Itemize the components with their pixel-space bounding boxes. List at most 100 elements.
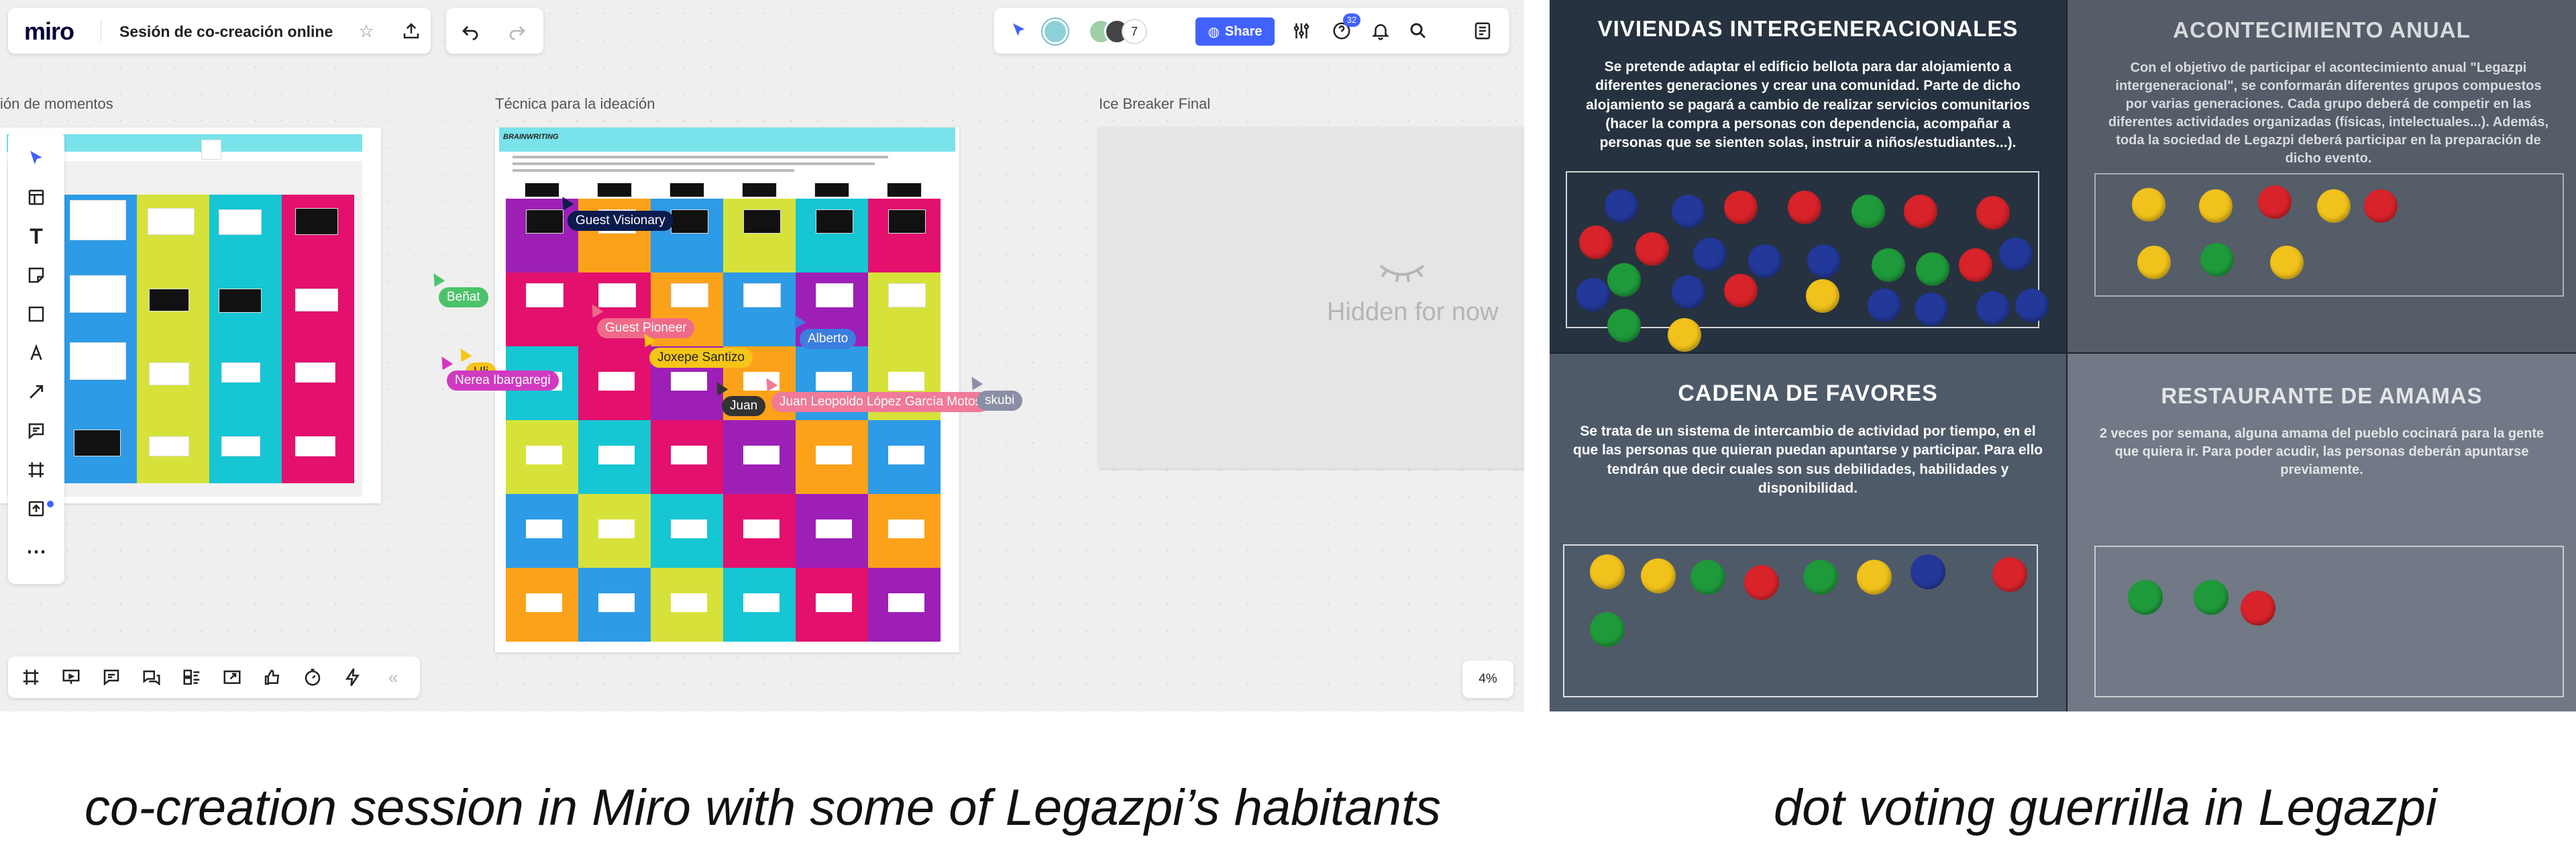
sticky-note[interactable]: [816, 446, 852, 464]
sticky-note[interactable]: [888, 209, 926, 234]
cursor-follow-icon[interactable]: [1009, 20, 1030, 42]
comment-icon[interactable]: [23, 417, 50, 444]
upload-content-icon[interactable]: [23, 495, 50, 522]
star-icon[interactable]: ☆: [356, 20, 377, 42]
collapse-icon[interactable]: «: [382, 666, 404, 688]
share-screen-icon[interactable]: [221, 666, 243, 688]
sticky-note[interactable]: [816, 593, 852, 612]
reactions-icon[interactable]: [262, 666, 283, 688]
sticky-note[interactable]: [598, 593, 635, 612]
pen-icon[interactable]: [23, 340, 50, 366]
frame-title-right[interactable]: Ice Breaker Final: [1099, 95, 1210, 113]
shape-icon[interactable]: [23, 301, 50, 328]
sticky-note[interactable]: [149, 362, 189, 385]
sticky-note[interactable]: [70, 275, 126, 313]
sticky-note[interactable]: [295, 436, 335, 456]
presentation-icon[interactable]: [60, 666, 82, 688]
sticky-note[interactable]: [671, 209, 708, 234]
sticky-note[interactable]: [816, 372, 852, 391]
sticky-note[interactable]: [295, 208, 338, 235]
timer-icon[interactable]: [302, 666, 323, 688]
miro-logo[interactable]: miro: [24, 17, 74, 46]
sticky-note[interactable]: [671, 519, 707, 538]
sticky-note[interactable]: [743, 209, 781, 234]
column-header-card[interactable]: [525, 183, 559, 197]
sticky-note-icon[interactable]: [23, 262, 50, 289]
sticky-note[interactable]: [526, 593, 562, 612]
more-tools-icon[interactable]: ⋯: [23, 538, 50, 565]
sticky-note[interactable]: [526, 283, 564, 307]
sticky-note[interactable]: [70, 200, 126, 240]
settings-sliders-icon[interactable]: [1291, 20, 1312, 42]
sticky-note[interactable]: [219, 209, 262, 235]
comments-icon[interactable]: [141, 666, 162, 688]
vote-dot: [2258, 185, 2292, 219]
sticky-note[interactable]: [888, 593, 924, 612]
text-icon[interactable]: T: [23, 223, 50, 250]
frame-icon[interactable]: [23, 456, 50, 483]
sticky-note[interactable]: [671, 593, 707, 612]
sticky-note[interactable]: [598, 446, 635, 464]
column-header-card[interactable]: [742, 183, 777, 197]
sticky-note[interactable]: [743, 446, 780, 464]
frame-title-middle[interactable]: Técnica para la ideación: [495, 95, 655, 113]
column-header-card[interactable]: [669, 183, 704, 197]
templates-icon[interactable]: [23, 184, 50, 211]
sticky-note[interactable]: [671, 372, 707, 391]
sticky-note[interactable]: [295, 289, 338, 311]
chat-icon[interactable]: [101, 666, 122, 688]
sticky-note[interactable]: [743, 593, 780, 612]
sticky-note[interactable]: [816, 283, 853, 307]
avatar[interactable]: [1042, 19, 1068, 44]
vote-dot: [1807, 244, 1841, 278]
column-header-card[interactable]: [814, 183, 849, 197]
sticky-note[interactable]: [888, 283, 926, 307]
sticky-note[interactable]: [888, 519, 924, 538]
column-header-card[interactable]: [597, 183, 632, 197]
sticky-note[interactable]: [743, 519, 780, 538]
redo-icon[interactable]: [506, 20, 528, 42]
select-cursor-icon[interactable]: [23, 145, 50, 172]
sticky-note[interactable]: [888, 446, 924, 464]
sticky-note[interactable]: [671, 446, 707, 464]
sticky-note[interactable]: [598, 372, 635, 391]
sticky-note[interactable]: [888, 372, 924, 391]
sticky-note[interactable]: [70, 342, 126, 380]
frame-title-left[interactable]: ión de momentos: [0, 95, 113, 113]
connection-line-icon[interactable]: [23, 379, 50, 405]
frame-ice-breaker[interactable]: Hidden for now: [1099, 128, 1524, 468]
sticky-note[interactable]: [149, 436, 189, 456]
sticky-note[interactable]: [219, 289, 262, 313]
sticky-note[interactable]: [221, 362, 260, 383]
sticky-note[interactable]: [526, 209, 564, 234]
sticky-note[interactable]: [526, 519, 562, 538]
sticky-note[interactable]: [148, 208, 195, 235]
notes-panel-icon[interactable]: [1472, 20, 1493, 42]
zoom-control[interactable]: 4%: [1462, 660, 1513, 698]
sticky-note[interactable]: [221, 436, 260, 456]
frames-icon[interactable]: [20, 666, 42, 688]
collaborator-count[interactable]: 7: [1122, 19, 1147, 44]
search-icon[interactable]: [1407, 20, 1429, 42]
board-title[interactable]: Sesión de co-creación online: [119, 23, 333, 41]
sticky-note[interactable]: [743, 283, 781, 307]
column-header-card[interactable]: [887, 183, 922, 197]
sticky-note[interactable]: [816, 209, 853, 234]
vote-dot: [1672, 195, 1705, 228]
sticky-note[interactable]: [295, 362, 335, 383]
sticky-note[interactable]: [671, 283, 708, 307]
sticky-note[interactable]: [598, 519, 635, 538]
share-button[interactable]: ◍ Share: [1195, 17, 1275, 46]
sticky-note[interactable]: [149, 289, 189, 311]
sticky-note[interactable]: [598, 283, 636, 307]
cards-icon[interactable]: [181, 666, 203, 688]
upload-icon[interactable]: [400, 20, 422, 42]
sticky-note[interactable]: [526, 446, 562, 464]
undo-icon[interactable]: [460, 20, 481, 42]
sticky-note[interactable]: [816, 519, 852, 538]
bell-icon[interactable]: [1370, 20, 1391, 42]
sticky-note[interactable]: [74, 430, 121, 456]
lightning-icon[interactable]: [342, 666, 364, 688]
cursor-name-tag: Juan Leopoldo López García Motos: [771, 392, 990, 412]
miro-board-canvas[interactable]: miro Sesión de co-creación online ☆ 7 ◍ …: [0, 0, 1524, 711]
